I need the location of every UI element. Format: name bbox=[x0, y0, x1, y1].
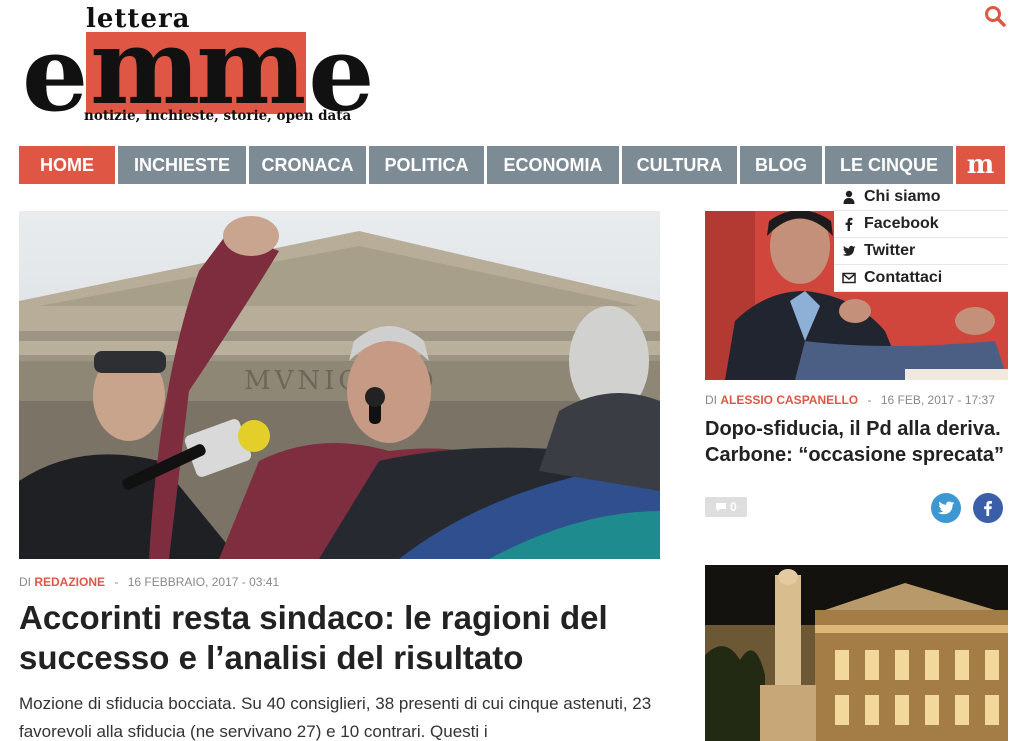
protest-photo-illustration: MVNICIPIO bbox=[19, 211, 660, 559]
dropdown-item-contattaci[interactable]: Contattaci bbox=[834, 265, 1008, 292]
envelope-icon bbox=[842, 272, 856, 284]
comment-count-badge[interactable]: 0 bbox=[705, 497, 747, 517]
nav-item-blog[interactable]: BLOG bbox=[740, 146, 822, 184]
user-icon bbox=[843, 190, 855, 204]
dropdown-item-facebook[interactable]: Facebook bbox=[834, 211, 1008, 238]
twitter-icon bbox=[937, 501, 955, 515]
logo-letter-right: e bbox=[308, 12, 374, 135]
nav-item-economia[interactable]: ECONOMIA bbox=[487, 146, 619, 184]
logo-wordmark: e mm e bbox=[22, 12, 374, 135]
main-article-date: 16 FEBBRAIO, 2017 - 03:41 bbox=[127, 575, 280, 589]
logo-letter-mid: mm bbox=[86, 15, 306, 119]
meta-separator: - bbox=[114, 575, 119, 589]
nav-item-le-cinque[interactable]: LE CINQUE bbox=[825, 146, 953, 184]
nav-item-cultura[interactable]: CULTURA bbox=[622, 146, 737, 184]
side-article-date: 16 FEB, 2017 - 17:37 bbox=[880, 393, 995, 407]
site-logo[interactable]: lettera e mm e notizie, inchieste, stori… bbox=[22, 4, 392, 130]
comment-icon bbox=[716, 503, 727, 512]
meta-separator: - bbox=[867, 393, 872, 407]
m-logo-icon[interactable]: m bbox=[956, 146, 1005, 184]
nav-item-politica[interactable]: POLITICA bbox=[369, 146, 484, 184]
main-nav: HOME INCHIESTE CRONACA POLITICA ECONOMIA… bbox=[19, 146, 1005, 184]
facebook-icon bbox=[984, 500, 992, 516]
main-article-author[interactable]: REDAZIONE bbox=[34, 575, 105, 589]
nav-item-cronaca[interactable]: CRONACA bbox=[249, 146, 366, 184]
side-article-meta: DI ALESSIO CASPANELLO - 16 FEB, 2017 - 1… bbox=[705, 393, 995, 407]
nav-item-inchieste[interactable]: INCHIESTE bbox=[118, 146, 246, 184]
search-icon[interactable] bbox=[984, 5, 1006, 27]
logo-letter-left: e bbox=[22, 12, 88, 135]
side-article-title[interactable]: Dopo-sfiducia, il Pd alla deriva. Carbon… bbox=[705, 416, 1010, 468]
main-article-title[interactable]: Accorinti resta sindaco: le ragioni del … bbox=[19, 598, 659, 678]
twitter-share-button[interactable] bbox=[931, 493, 961, 523]
main-article-meta: DI REDAZIONE - 16 FEBBRAIO, 2017 - 03:41 bbox=[19, 575, 279, 589]
comment-count: 0 bbox=[730, 500, 737, 514]
main-article-excerpt: Mozione di sfiducia bocciata. Su 40 cons… bbox=[19, 694, 652, 741]
meta-by: DI bbox=[705, 393, 717, 407]
dropdown-item-chi-siamo[interactable]: Chi siamo bbox=[834, 184, 1008, 211]
nav-item-home[interactable]: HOME bbox=[19, 146, 115, 184]
nav-dropdown: Chi siamo Facebook Twitter Contattaci bbox=[834, 184, 1008, 292]
facebook-share-button[interactable] bbox=[973, 493, 1003, 523]
twitter-icon bbox=[842, 245, 856, 256]
facebook-icon bbox=[845, 217, 853, 231]
night-building-photo-illustration bbox=[705, 565, 1008, 741]
main-article-photo[interactable]: MVNICIPIO bbox=[19, 211, 660, 559]
meta-by: DI bbox=[19, 575, 31, 589]
dropdown-item-twitter[interactable]: Twitter bbox=[834, 238, 1008, 265]
side-article-photo-2[interactable] bbox=[705, 565, 1008, 741]
logo-tagline: notizie, inchieste, storie, open data bbox=[84, 108, 352, 124]
side-article-author[interactable]: ALESSIO CASPANELLO bbox=[720, 393, 858, 407]
